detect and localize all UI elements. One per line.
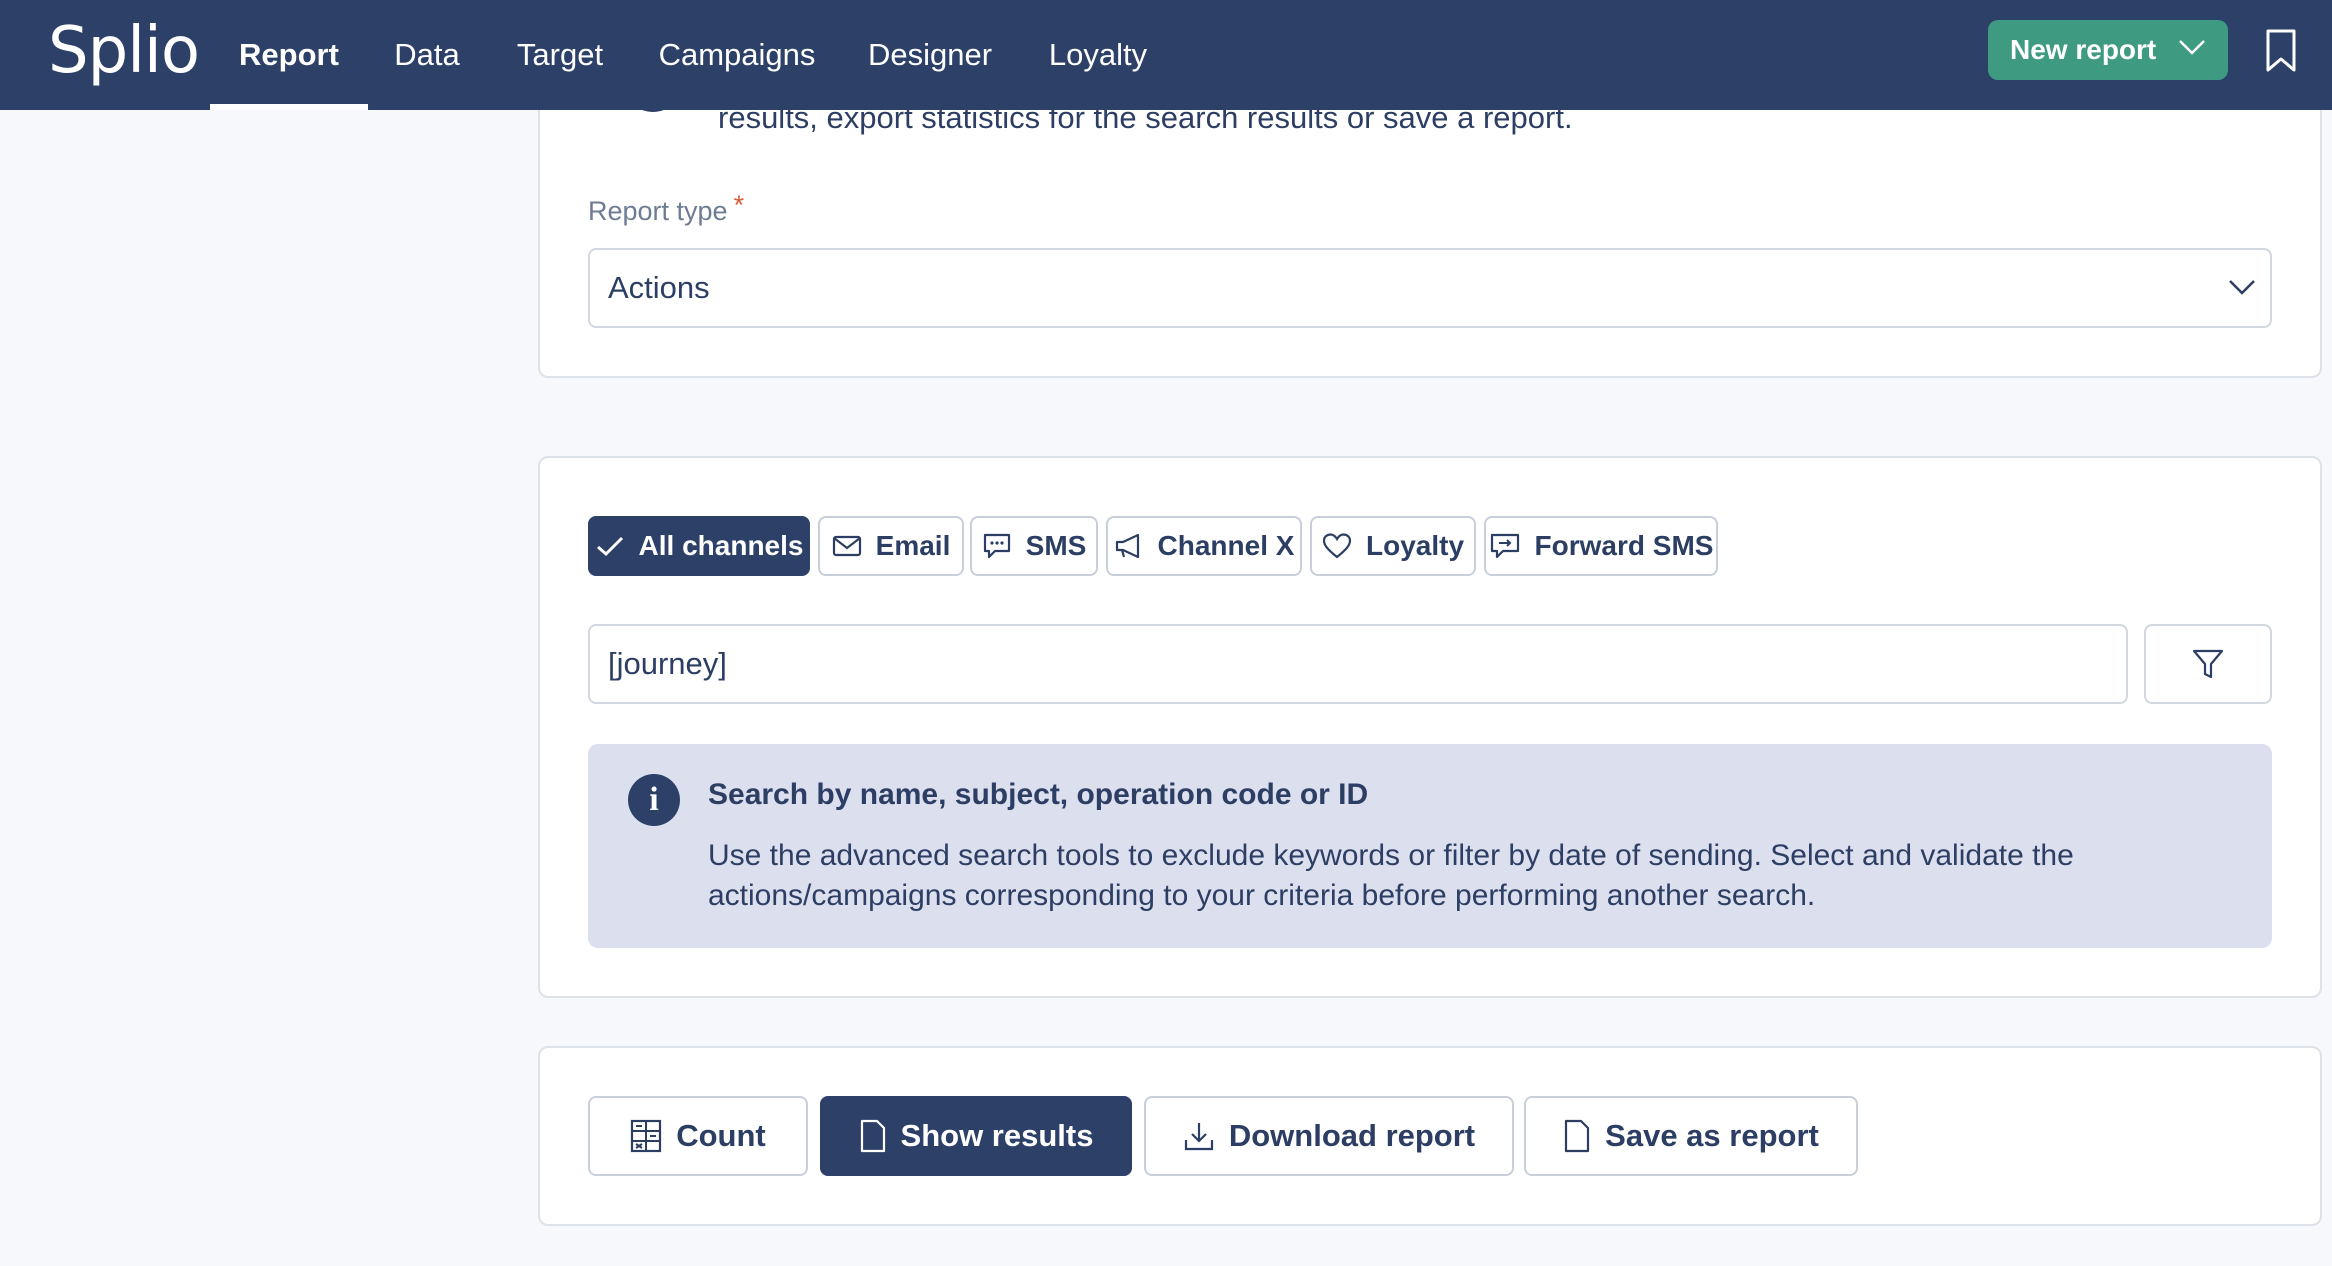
chip-label: Channel X: [1157, 530, 1295, 561]
info-body: Use the advanced search tools to exclude…: [708, 839, 2074, 912]
document-icon: [1565, 1119, 1590, 1153]
chip-label: All channels: [638, 530, 804, 561]
check-icon: [596, 536, 623, 557]
download-report-label: Download report: [1228, 1118, 1476, 1153]
chip-all-channels[interactable]: All channels: [588, 516, 810, 576]
chip-email[interactable]: Email: [818, 516, 964, 576]
chip-label: SMS: [1025, 530, 1087, 561]
save-as-report-button[interactable]: Save as report: [1524, 1096, 1858, 1176]
megaphone-icon: [1115, 533, 1139, 559]
nav-data[interactable]: Data: [388, 0, 466, 110]
filter-button[interactable]: [2144, 624, 2272, 704]
search-help-box: i Search by name, subject, operation cod…: [588, 744, 2272, 948]
count-label: Count: [676, 1118, 766, 1153]
report-type-label: Report type *: [588, 190, 744, 227]
nav-campaigns[interactable]: Campaigns: [654, 0, 820, 110]
chip-label: Forward SMS: [1534, 530, 1714, 561]
chevron-down-icon: [2229, 280, 2255, 295]
chip-label: Email: [875, 530, 951, 561]
chip-label: Loyalty: [1365, 530, 1465, 561]
splio-logo[interactable]: Splio: [48, 14, 200, 88]
chip-channel-x[interactable]: Channel X: [1106, 516, 1302, 576]
count-button[interactable]: Count: [588, 1096, 808, 1176]
filter-icon: [2192, 649, 2224, 679]
chat-bubble-icon: [983, 533, 1010, 559]
nav-target[interactable]: Target: [508, 0, 612, 110]
info-icon: i: [628, 774, 680, 826]
report-type-value: Actions: [608, 270, 710, 305]
chip-sms[interactable]: SMS: [970, 516, 1098, 576]
nav-designer[interactable]: Designer: [864, 0, 996, 110]
envelope-icon: [832, 535, 861, 557]
nav-loyalty[interactable]: Loyalty: [1040, 0, 1156, 110]
top-navigation-bar: Splio Report Data Target Campaigns Desig…: [0, 0, 2332, 110]
report-type-select[interactable]: Actions: [588, 248, 2272, 328]
chip-loyalty[interactable]: Loyalty: [1310, 516, 1476, 576]
info-title: Search by name, subject, operation code …: [708, 778, 1369, 811]
show-results-button[interactable]: Show results: [820, 1096, 1132, 1176]
document-icon: [860, 1119, 885, 1153]
forward-sms-icon: [1490, 533, 1519, 559]
download-icon: [1184, 1123, 1213, 1151]
nav-report[interactable]: Report: [210, 0, 368, 110]
required-mark: *: [733, 190, 745, 220]
new-report-label: New report: [2010, 34, 2157, 65]
new-report-button[interactable]: New report: [1988, 20, 2228, 80]
search-input[interactable]: [journey]: [588, 624, 2128, 704]
chip-forward-sms[interactable]: Forward SMS: [1484, 516, 1718, 576]
show-results-label: Show results: [900, 1118, 1094, 1153]
heart-icon: [1322, 533, 1352, 559]
bookmark-icon[interactable]: [2264, 28, 2298, 74]
save-as-report-label: Save as report: [1605, 1118, 1819, 1153]
chevron-down-icon: [2179, 40, 2205, 55]
calculator-icon: [631, 1119, 662, 1153]
report-type-label-text: Report type: [588, 196, 728, 226]
download-report-button[interactable]: Download report: [1144, 1096, 1514, 1176]
search-value: [journey]: [608, 646, 727, 681]
